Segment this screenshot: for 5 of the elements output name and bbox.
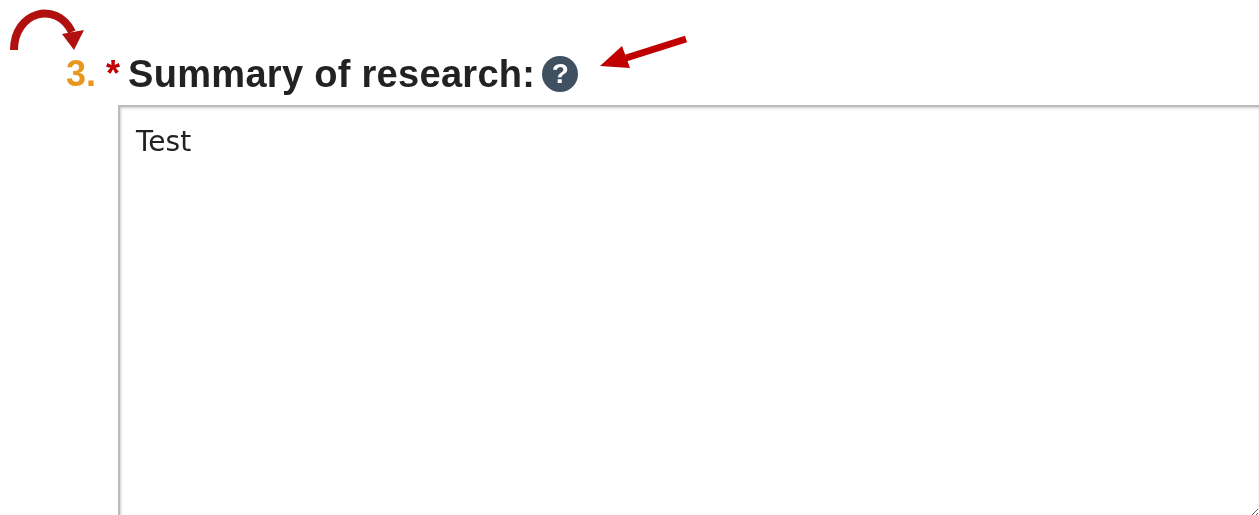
question-label: Summary of research: — [128, 52, 536, 96]
required-asterisk: * — [106, 53, 121, 95]
question-number: 3. — [66, 53, 97, 95]
answer-field[interactable]: Test — [118, 105, 1259, 515]
help-icon[interactable]: ? — [542, 56, 579, 92]
